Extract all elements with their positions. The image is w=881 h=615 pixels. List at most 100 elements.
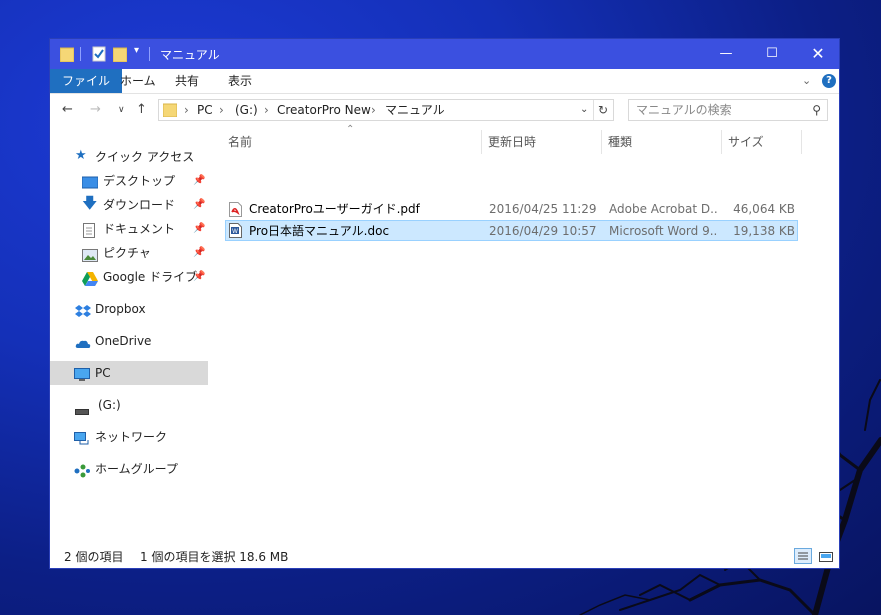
file-row[interactable]: W Pro日本語マニュアル.doc 2016/04/29 10:57 Micro… (225, 220, 798, 241)
selection-info: 1 個の項目を選択 18.6 MB (140, 550, 289, 564)
breadcrumb-separator-icon: › (219, 103, 224, 117)
star-icon: ★ (75, 148, 87, 163)
up-icon[interactable]: ↑ (136, 102, 147, 117)
expand-ribbon-icon[interactable]: ⌄ (802, 74, 811, 87)
column-header-type[interactable]: 種類 (608, 127, 632, 157)
column-separator[interactable] (481, 130, 482, 154)
address-dropdown-icon[interactable]: ⌄ (580, 100, 588, 120)
sidebar-item-label: (G:) (98, 398, 121, 412)
navigation-pane: ★ クイック アクセス デスクトップ 📌 🡇 ダウンロード 📌 ドキュメント 📌 (50, 127, 208, 540)
breadcrumb-creatorpro[interactable]: CreatorPro New (277, 100, 371, 120)
sidebar-item-label: ドキュメント (103, 222, 176, 236)
address-bar[interactable]: › PC › (G:) › CreatorPro New › マニュアル ⌄ ↻ (158, 99, 614, 121)
column-separator[interactable] (601, 130, 602, 154)
sidebar-item-network[interactable]: ネットワーク (50, 425, 208, 449)
breadcrumb-separator-icon: › (184, 103, 189, 117)
item-count: 2 個の項目 (64, 550, 124, 564)
large-icons-view-icon[interactable] (818, 548, 834, 564)
sidebar-item-label: Google ドライブ (103, 270, 198, 284)
sidebar-item-label: クイック アクセス (95, 150, 195, 164)
pin-icon[interactable]: 📌 (193, 193, 205, 217)
window-title: マニュアル (160, 48, 220, 62)
pin-icon[interactable]: 📌 (193, 241, 205, 265)
column-header-modified[interactable]: 更新日時 (488, 127, 536, 157)
navigation-bar: ← → ∨ ↑ › PC › (G:) › CreatorPro New › マ… (50, 94, 839, 126)
sidebar-item-label: ネットワーク (95, 430, 168, 444)
column-separator[interactable] (721, 130, 722, 154)
divider (149, 47, 150, 61)
search-placeholder: マニュアルの検索 (636, 103, 732, 117)
drive-icon (75, 400, 91, 415)
pictures-icon (82, 246, 98, 262)
file-row[interactable]: CreatorProユーザーガイド.pdf 2016/04/25 11:29 A… (225, 199, 798, 220)
folder-icon (162, 103, 178, 120)
help-icon[interactable]: ? (822, 74, 836, 88)
network-icon (74, 430, 90, 445)
onedrive-icon (75, 334, 91, 348)
homegroup-icon (74, 462, 90, 478)
refresh-icon[interactable]: ↻ (598, 100, 608, 120)
back-icon[interactable]: ← (62, 102, 73, 117)
sidebar-item-homegroup[interactable]: ホームグループ (50, 457, 208, 481)
sidebar-item-desktop[interactable]: デスクトップ 📌 (50, 169, 208, 193)
sidebar-item-quick-access[interactable]: ★ クイック アクセス (50, 145, 208, 169)
sidebar-item-pc[interactable]: PC (50, 361, 208, 385)
divider (80, 47, 81, 61)
sort-ascending-icon: ⌃ (346, 124, 355, 135)
sidebar-item-pictures[interactable]: ピクチャ 📌 (50, 241, 208, 265)
customize-quick-access-icon[interactable]: ▾ (134, 45, 139, 56)
pin-icon[interactable]: 📌 (193, 217, 205, 241)
maximize-button[interactable]: ☐ (749, 39, 795, 69)
explorer-window: ▾ マニュアル — ☐ ✕ ファイル ホーム 共有 表示 ⌄ ? ← → ∨ ↑… (49, 38, 840, 569)
search-input[interactable]: マニュアルの検索 ⚲ (628, 99, 828, 121)
forward-icon[interactable]: → (90, 102, 101, 117)
breadcrumb-drive-g[interactable]: (G:) (235, 100, 258, 120)
file-type: Microsoft Word 9... (609, 224, 717, 238)
sidebar-item-label: PC (95, 366, 111, 380)
title-bar: ▾ マニュアル — ☐ ✕ (50, 39, 839, 69)
details-view-icon[interactable] (794, 548, 812, 564)
file-type: Adobe Acrobat D... (609, 202, 717, 216)
pin-icon[interactable]: 📌 (193, 265, 205, 289)
properties-icon[interactable] (92, 46, 106, 65)
breadcrumb-pc[interactable]: PC (197, 100, 213, 120)
sidebar-item-downloads[interactable]: 🡇 ダウンロード 📌 (50, 193, 208, 217)
minimize-button[interactable]: — (703, 39, 749, 69)
column-header-size[interactable]: サイズ (728, 127, 764, 157)
file-name: Pro日本語マニュアル.doc (249, 224, 390, 238)
tab-view[interactable]: 表示 (216, 69, 264, 93)
sidebar-item-onedrive[interactable]: OneDrive (50, 329, 208, 353)
sidebar-item-label: ピクチャ (103, 246, 151, 260)
column-header-name[interactable]: 名前 (228, 127, 252, 157)
sidebar-item-label: ホームグループ (95, 462, 178, 476)
search-icon[interactable]: ⚲ (812, 100, 821, 120)
dropbox-icon (75, 302, 91, 317)
file-modified: 2016/04/29 10:57 (489, 224, 597, 238)
breadcrumb-separator-icon: › (264, 103, 269, 117)
file-size: 46,064 KB (733, 202, 795, 216)
word-file-icon: W (229, 223, 242, 245)
computer-icon (74, 366, 90, 381)
pin-icon[interactable]: 📌 (193, 169, 205, 193)
column-separator[interactable] (801, 130, 802, 154)
divider (593, 100, 594, 120)
file-name: CreatorProユーザーガイド.pdf (249, 202, 420, 216)
file-list: ⌃ 名前 更新日時 種類 サイズ CreatorProユーザーガイド.pdf 2… (210, 124, 839, 540)
tab-share[interactable]: 共有 (163, 69, 211, 93)
sidebar-item-label: OneDrive (95, 334, 152, 348)
sidebar-item-label: ダウンロード (103, 198, 176, 212)
sidebar-item-google-drive[interactable]: Google ドライブ 📌 (50, 265, 208, 289)
sidebar-item-documents[interactable]: ドキュメント 📌 (50, 217, 208, 241)
file-size: 19,138 KB (733, 224, 795, 238)
sidebar-item-label: Dropbox (95, 302, 146, 316)
close-button[interactable]: ✕ (795, 39, 839, 69)
sidebar-item-dropbox[interactable]: Dropbox (50, 297, 208, 321)
desktop-icon (81, 174, 99, 189)
new-folder-icon[interactable] (112, 46, 128, 65)
status-bar: 2 個の項目 1 個の項目を選択 18.6 MB (50, 544, 839, 568)
recent-locations-icon[interactable]: ∨ (118, 105, 125, 115)
sidebar-item-drive-g[interactable]: (G:) (50, 393, 208, 417)
download-icon: 🡇 (82, 194, 98, 212)
breadcrumb-manual[interactable]: マニュアル (385, 100, 445, 120)
tab-home[interactable]: ホーム (108, 69, 168, 93)
